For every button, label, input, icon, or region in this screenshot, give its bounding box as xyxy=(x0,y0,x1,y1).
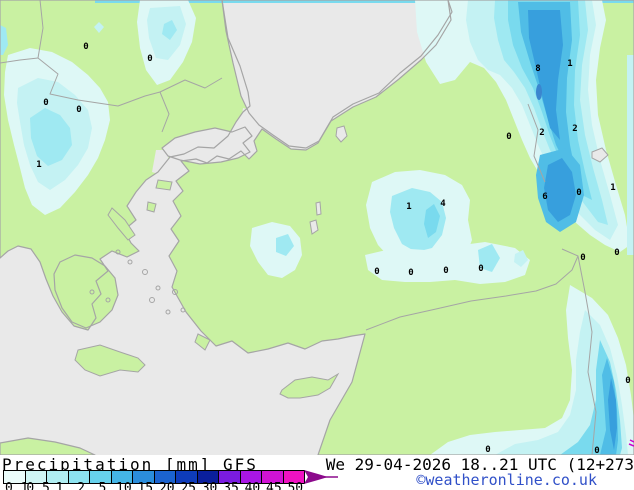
precip-value-label: 0 xyxy=(478,264,483,274)
colorbar-tick: 0.1 xyxy=(5,481,28,490)
chios-island xyxy=(147,202,156,212)
precip-value-label: 0 xyxy=(506,132,511,142)
colorbar-tick: 35 xyxy=(223,481,239,490)
precip-value-label: 1 xyxy=(36,160,41,170)
precipitation-map: 0 0 0 0 1 8 1 0 2 2 6 0 1 1 4 0 0 0 0 0 0 0 0 0 xyxy=(0,0,634,455)
precip-value-label: 2 xyxy=(539,128,544,138)
precip-value-label: 8 xyxy=(535,64,540,74)
colorbar-tick: 40 xyxy=(245,481,261,490)
colorbar-tick: 30 xyxy=(202,481,218,490)
weather-map-screenshot: 000018102260114000000000 Precipitation [… xyxy=(0,0,634,490)
colorbar-tick: 0.5 xyxy=(26,481,49,490)
precip-blob-ne-max xyxy=(536,84,542,100)
colorbar-tick: 15 xyxy=(137,481,153,490)
colorbar-tick: 1 xyxy=(56,481,64,490)
precip-value-label: 0 xyxy=(408,268,413,278)
precip-value-label: 0 xyxy=(485,445,490,455)
colorbar-tick: 20 xyxy=(159,481,175,490)
precip-value-label: 0 xyxy=(580,253,585,263)
precip-value-label: 0 xyxy=(594,446,599,455)
precip-right-edge-strip xyxy=(627,55,634,255)
precip-value-label: 0 xyxy=(443,266,448,276)
precip-value-label: 2 xyxy=(572,124,577,134)
precip-value-label: 1 xyxy=(567,59,572,69)
colorbar-tick: 2 xyxy=(77,481,85,490)
precip-value-label: 6 xyxy=(542,192,547,202)
precip-value-label: 0 xyxy=(374,267,379,277)
precip-value-label: 0 xyxy=(83,42,88,52)
lesbos-island xyxy=(156,180,172,190)
colorbar-tick: 25 xyxy=(180,481,196,490)
map-canvas: 0 0 0 0 1 8 1 0 2 2 6 0 1 1 4 0 0 0 0 0 0 0 0 0 xyxy=(0,0,634,455)
precip-value-label: 0 xyxy=(625,376,630,386)
precip-value-label: 0 xyxy=(576,188,581,198)
precip-value-label: 4 xyxy=(440,199,446,209)
colorbar-tick: 5 xyxy=(99,481,107,490)
precip-value-label: 0 xyxy=(147,54,152,64)
colorbar-ticks: 0.10.5125101520253035404550 xyxy=(0,483,360,490)
precip-value-label: 1 xyxy=(406,202,411,212)
lake-egirdir xyxy=(316,202,321,215)
copyright-credit: ©weatheronline.co.uk xyxy=(416,471,597,489)
precip-value-label: 1 xyxy=(610,183,615,193)
colorbar-tick: 50 xyxy=(287,481,303,490)
colorbar-tick: 10 xyxy=(116,481,132,490)
precip-value-label: 0 xyxy=(76,105,81,115)
precip-value-label: 0 xyxy=(614,248,619,258)
precip-value-label: 0 xyxy=(43,98,48,108)
colorbar-tick: 45 xyxy=(266,481,282,490)
